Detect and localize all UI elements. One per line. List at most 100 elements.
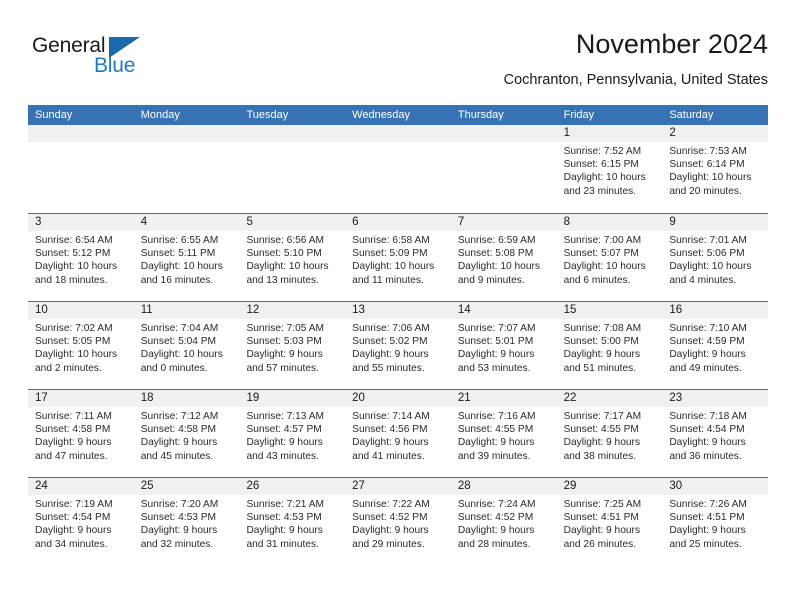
calendar-day-cell[interactable]: 27 Sunrise: 7:22 AM Sunset: 4:52 PM Dayligh…	[345, 478, 451, 565]
daylight-duration-line2: and 2 minutes.	[35, 362, 102, 374]
day-details: Sunrise: 7:14 AM Sunset: 4:56 PM Daylight:…	[345, 407, 451, 463]
sunrise-time: Sunrise: 7:24 AM	[457, 499, 536, 510]
day-details: Sunrise: 7:02 AM Sunset: 5:05 PM Daylight:…	[28, 319, 134, 375]
calendar-day-cell[interactable]: 29 Sunrise: 7:25 AM Sunset: 4:51 PM Dayligh…	[556, 478, 663, 565]
day-number: 11	[133, 302, 240, 319]
daylight-duration-line2: and 39 minutes.	[457, 450, 531, 462]
day-details: Sunrise: 7:26 AM Sunset: 4:51 PM Daylight:…	[662, 495, 768, 551]
calendar-day-cell[interactable]: 1 Sunrise: 7:52 AM Sunset: 6:15 PM Daylight…	[556, 125, 663, 213]
calendar-day-cell[interactable]: 16 Sunrise: 7:10 AM Sunset: 4:59 PM Dayligh…	[662, 302, 769, 389]
calendar-day-cell[interactable]: 14 Sunrise: 7:07 AM Sunset: 5:01 PM Dayligh…	[450, 302, 557, 389]
day-number: 3	[28, 214, 134, 231]
calendar-day-cell[interactable]: 15 Sunrise: 7:08 AM Sunset: 5:00 PM Dayligh…	[556, 302, 663, 389]
sunrise-time: Sunrise: 7:18 AM	[669, 411, 747, 422]
calendar-day-cell[interactable]: 24 Sunrise: 7:19 AM Sunset: 4:54 PM Dayligh…	[28, 478, 134, 565]
calendar-day-cell[interactable]: 11 Sunrise: 7:04 AM Sunset: 5:04 PM Dayligh…	[133, 302, 240, 389]
calendar-day-cell[interactable]: 22 Sunrise: 7:17 AM Sunset: 4:55 PM Dayligh…	[556, 390, 663, 477]
daylight-duration-line2: and 29 minutes.	[352, 538, 425, 550]
calendar-day-cell[interactable]: 30 Sunrise: 7:26 AM Sunset: 4:51 PM Dayligh…	[662, 478, 769, 565]
day-number: 2	[662, 125, 769, 142]
sunset-time: Sunset: 5:08 PM	[457, 248, 534, 260]
daylight-duration-line2: and 13 minutes.	[246, 274, 319, 286]
daylight-duration-line2: and 38 minutes.	[563, 450, 637, 462]
day-details	[134, 142, 240, 145]
calendar-day-cell[interactable]: 5 Sunrise: 6:56 AM Sunset: 5:10 PM Daylight…	[239, 214, 346, 301]
sunset-time: Sunset: 4:54 PM	[35, 512, 111, 524]
day-number	[450, 125, 557, 142]
calendar-day-cell[interactable]: 12 Sunrise: 7:05 AM Sunset: 5:03 PM Dayligh…	[239, 302, 346, 389]
calendar-week-row: 3 Sunrise: 6:54 AM Sunset: 5:12 PM Daylight…	[28, 213, 769, 301]
day-details: Sunrise: 7:12 AM Sunset: 4:58 PM Daylight:…	[134, 407, 240, 463]
calendar-day-cell[interactable]: 8 Sunrise: 7:00 AM Sunset: 5:07 PM Daylight…	[556, 214, 663, 301]
calendar-day-cell-empty	[345, 125, 451, 213]
calendar-day-cell[interactable]: 3 Sunrise: 6:54 AM Sunset: 5:12 PM Daylight…	[28, 214, 134, 301]
day-number: 12	[239, 302, 346, 319]
calendar-day-cell[interactable]: 9 Sunrise: 7:01 AM Sunset: 5:06 PM Daylight…	[662, 214, 769, 301]
daylight-duration-line2: and 36 minutes.	[669, 450, 742, 462]
sunrise-time: Sunrise: 7:16 AM	[457, 411, 536, 422]
day-details: Sunrise: 6:56 AM Sunset: 5:10 PM Daylight:…	[239, 231, 345, 287]
sunrise-time: Sunrise: 7:12 AM	[140, 411, 219, 422]
calendar-day-cell[interactable]: 4 Sunrise: 6:55 AM Sunset: 5:11 PM Daylight…	[133, 214, 240, 301]
calendar-day-cell[interactable]: 23 Sunrise: 7:18 AM Sunset: 4:54 PM Dayligh…	[662, 390, 769, 477]
sunrise-time: Sunrise: 7:14 AM	[352, 411, 430, 422]
daylight-duration-line1: Daylight: 9 hours	[352, 349, 429, 361]
location-subtitle: Cochranton, Pennsylvania, United States	[503, 72, 768, 88]
general-blue-logo[interactable]: General Blue	[32, 34, 182, 90]
day-details: Sunrise: 7:13 AM Sunset: 4:57 PM Daylight:…	[239, 407, 345, 463]
calendar-day-cell[interactable]: 7 Sunrise: 6:59 AM Sunset: 5:08 PM Daylight…	[450, 214, 557, 301]
daylight-duration-line1: Daylight: 10 hours	[140, 349, 223, 361]
daylight-duration-line2: and 53 minutes.	[457, 362, 531, 374]
calendar-day-cell[interactable]: 18 Sunrise: 7:12 AM Sunset: 4:58 PM Dayligh…	[133, 390, 240, 477]
sunrise-time: Sunrise: 7:25 AM	[563, 499, 642, 510]
day-details: Sunrise: 7:11 AM Sunset: 4:58 PM Daylight:…	[28, 407, 134, 463]
sunrise-time: Sunrise: 7:13 AM	[246, 411, 325, 422]
day-details	[451, 142, 557, 145]
daylight-duration-line2: and 11 minutes.	[352, 274, 424, 286]
daylight-duration-line1: Daylight: 10 hours	[246, 261, 329, 273]
sunrise-time: Sunrise: 7:22 AM	[352, 499, 430, 510]
day-details: Sunrise: 7:00 AM Sunset: 5:07 PM Daylight:…	[557, 231, 663, 287]
sunset-time: Sunset: 4:51 PM	[669, 512, 745, 524]
calendar-day-cell[interactable]: 10 Sunrise: 7:02 AM Sunset: 5:05 PM Dayligh…	[28, 302, 134, 389]
day-number: 4	[133, 214, 240, 231]
day-number: 29	[556, 478, 663, 495]
daylight-duration-line1: Daylight: 9 hours	[246, 437, 323, 449]
day-number: 22	[556, 390, 663, 407]
day-number: 24	[28, 478, 134, 495]
day-details: Sunrise: 6:58 AM Sunset: 5:09 PM Daylight:…	[345, 231, 451, 287]
calendar-day-cell[interactable]: 13 Sunrise: 7:06 AM Sunset: 5:02 PM Dayligh…	[345, 302, 451, 389]
sunset-time: Sunset: 4:56 PM	[352, 424, 428, 436]
sunrise-time: Sunrise: 7:00 AM	[563, 235, 642, 246]
calendar-day-cell[interactable]: 19 Sunrise: 7:13 AM Sunset: 4:57 PM Dayligh…	[239, 390, 346, 477]
day-number: 18	[133, 390, 240, 407]
calendar-day-cell[interactable]: 2 Sunrise: 7:53 AM Sunset: 6:14 PM Daylight…	[662, 125, 769, 213]
day-number	[345, 125, 451, 142]
sunset-time: Sunset: 5:03 PM	[246, 336, 322, 348]
daylight-duration-line1: Daylight: 9 hours	[457, 349, 535, 361]
day-number: 19	[239, 390, 346, 407]
daylight-duration-line2: and 32 minutes.	[140, 538, 214, 550]
calendar-day-cell[interactable]: 28 Sunrise: 7:24 AM Sunset: 4:52 PM Dayligh…	[450, 478, 557, 565]
daylight-duration-line2: and 49 minutes.	[669, 362, 742, 374]
calendar-day-cell[interactable]: 17 Sunrise: 7:11 AM Sunset: 4:58 PM Dayligh…	[28, 390, 134, 477]
daylight-duration-line1: Daylight: 9 hours	[563, 437, 641, 449]
calendar-day-cell-empty	[28, 125, 134, 213]
day-number: 15	[556, 302, 663, 319]
calendar-day-cell[interactable]: 25 Sunrise: 7:20 AM Sunset: 4:53 PM Dayligh…	[133, 478, 240, 565]
calendar-day-cell[interactable]: 20 Sunrise: 7:14 AM Sunset: 4:56 PM Dayligh…	[345, 390, 451, 477]
day-number: 17	[28, 390, 134, 407]
calendar-day-cell[interactable]: 21 Sunrise: 7:16 AM Sunset: 4:55 PM Dayligh…	[450, 390, 557, 477]
daylight-duration-line1: Daylight: 10 hours	[563, 172, 646, 184]
daylight-duration-line1: Daylight: 9 hours	[352, 437, 429, 449]
calendar-week-row: 1 Sunrise: 7:52 AM Sunset: 6:15 PM Daylight…	[28, 125, 769, 213]
daylight-duration-line1: Daylight: 9 hours	[140, 525, 218, 537]
daylight-duration-line1: Daylight: 10 hours	[140, 261, 223, 273]
sunset-time: Sunset: 4:58 PM	[140, 424, 217, 436]
daylight-duration-line1: Daylight: 9 hours	[457, 437, 535, 449]
day-number: 9	[662, 214, 769, 231]
calendar-day-cell[interactable]: 6 Sunrise: 6:58 AM Sunset: 5:09 PM Daylight…	[345, 214, 451, 301]
calendar-day-cell[interactable]: 26 Sunrise: 7:21 AM Sunset: 4:53 PM Dayligh…	[239, 478, 346, 565]
sunset-time: Sunset: 6:14 PM	[669, 159, 745, 171]
calendar-grid: Sunday Monday Tuesday Wednesday Thursday…	[28, 105, 769, 565]
